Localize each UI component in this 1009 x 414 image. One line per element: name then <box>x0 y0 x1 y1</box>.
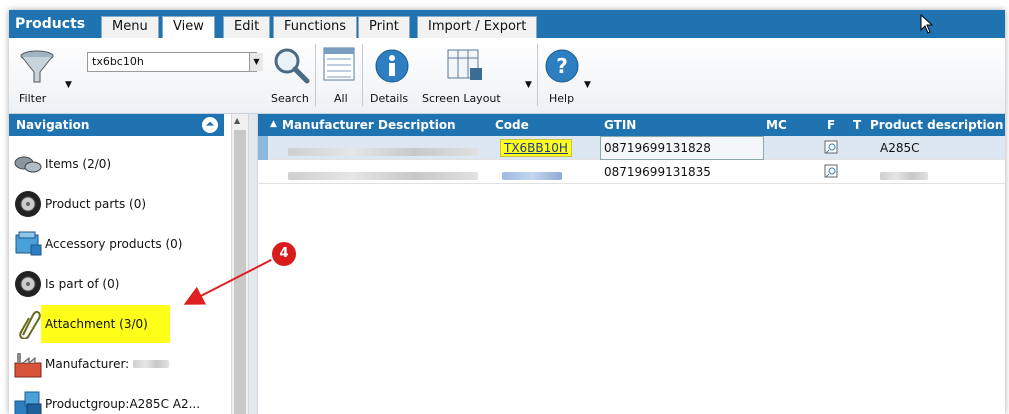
annotation-badge: 4 <box>272 242 296 266</box>
paperclip-icon <box>19 310 41 339</box>
annotation-arrow <box>183 257 276 305</box>
application-window: Products Menu View Edit Functions Print … <box>9 10 1005 414</box>
